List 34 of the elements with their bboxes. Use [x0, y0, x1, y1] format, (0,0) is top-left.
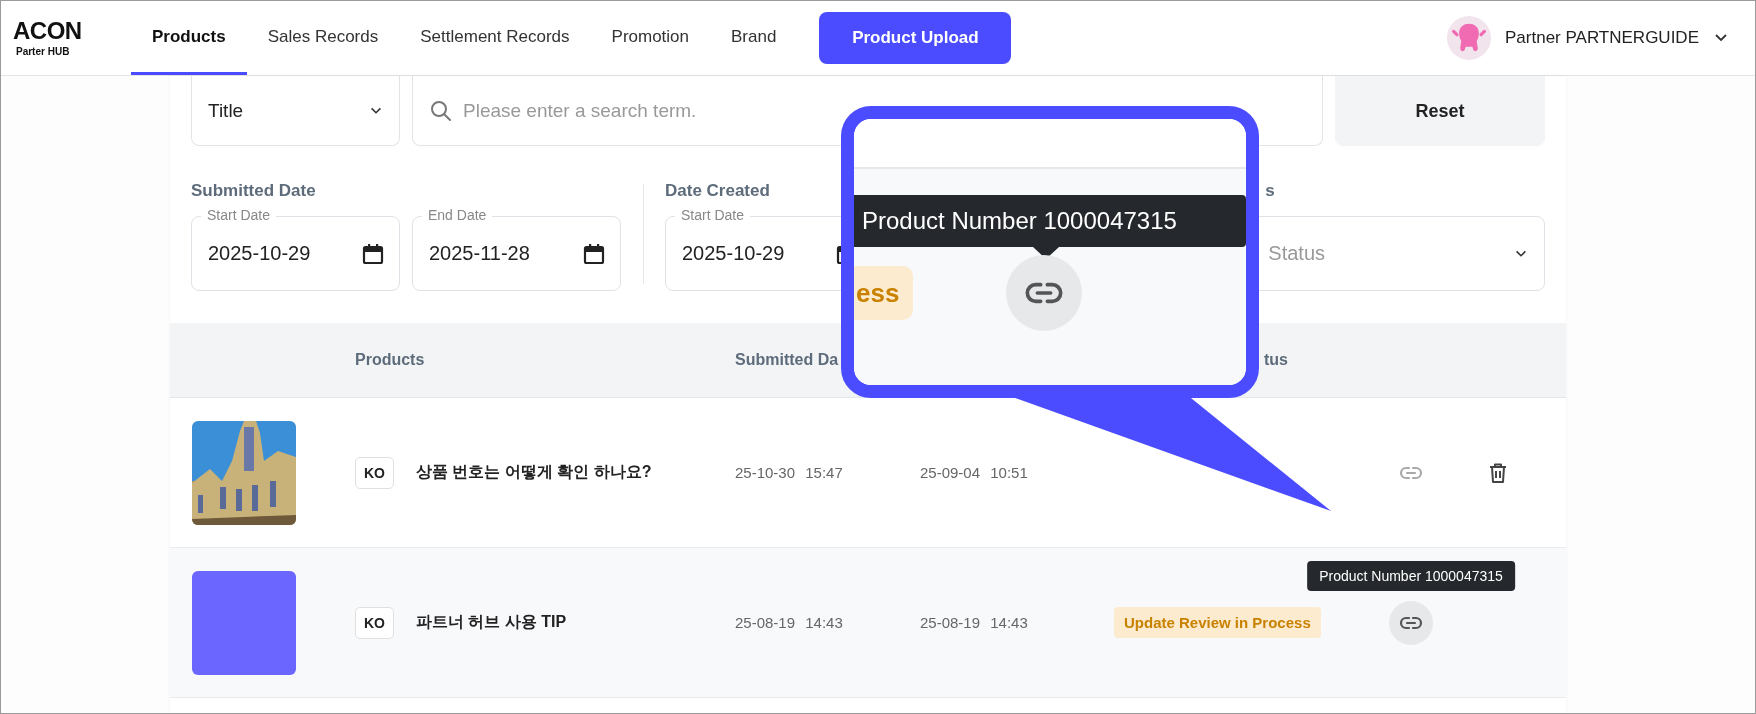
table-cell-text: 25-09-04 10:51: [920, 464, 1029, 481]
avatar[interactable]: [1447, 16, 1491, 60]
search-icon: [429, 98, 453, 123]
product-title[interactable]: 파트너 허브 사용 TIP: [416, 612, 567, 633]
column-header: tus: [1263, 351, 1289, 369]
tooltip: Product Number 1000047315: [1307, 560, 1515, 591]
product-upload-button[interactable]: Product Upload: [819, 12, 1012, 64]
nav-tab[interactable]: Sales Records: [246, 1, 400, 75]
calendar-icon[interactable]: [582, 241, 606, 266]
tooltip: Product Number 1000047315: [854, 195, 1246, 247]
logo[interactable]: ACON: [13, 19, 131, 43]
filter-label: Submitted Date: [191, 180, 317, 202]
calendar-icon[interactable]: [361, 241, 385, 266]
nav-tab[interactable]: Promotion: [590, 1, 711, 75]
search-by-select[interactable]: Title: [191, 76, 400, 146]
filter-label: Date Created: [665, 180, 771, 202]
status-tag: Update Review in Process: [1114, 607, 1321, 638]
table-cell-text: 25-08-19 14:43: [920, 614, 1029, 631]
filter-label: s: [1264, 180, 1276, 202]
table-cell-text: 25-10-30 15:47: [735, 464, 844, 481]
logo-subtitle: Parter HUB: [16, 46, 71, 57]
column-header: Submitted Da: [735, 351, 840, 369]
status-tag: ess: [854, 266, 914, 320]
language-tag: KO: [355, 456, 394, 489]
product-title[interactable]: 상품 번호는 어떻게 확인 하나요?: [416, 462, 652, 483]
user-name[interactable]: Partner PARTNERGUIDE: [1505, 28, 1699, 48]
reset-button[interactable]: Reset: [1335, 76, 1545, 146]
table-cell-text: 25-08-19 14:43: [735, 614, 844, 631]
search-input[interactable]: Please enter a search term.: [463, 99, 763, 122]
column-header: Products: [355, 351, 426, 369]
nav-tab[interactable]: Settlement Records: [399, 1, 591, 75]
language-tag: KO: [355, 606, 394, 639]
copy-link-button[interactable]: [1389, 600, 1433, 645]
nav-tab[interactable]: Brand: [710, 1, 798, 75]
